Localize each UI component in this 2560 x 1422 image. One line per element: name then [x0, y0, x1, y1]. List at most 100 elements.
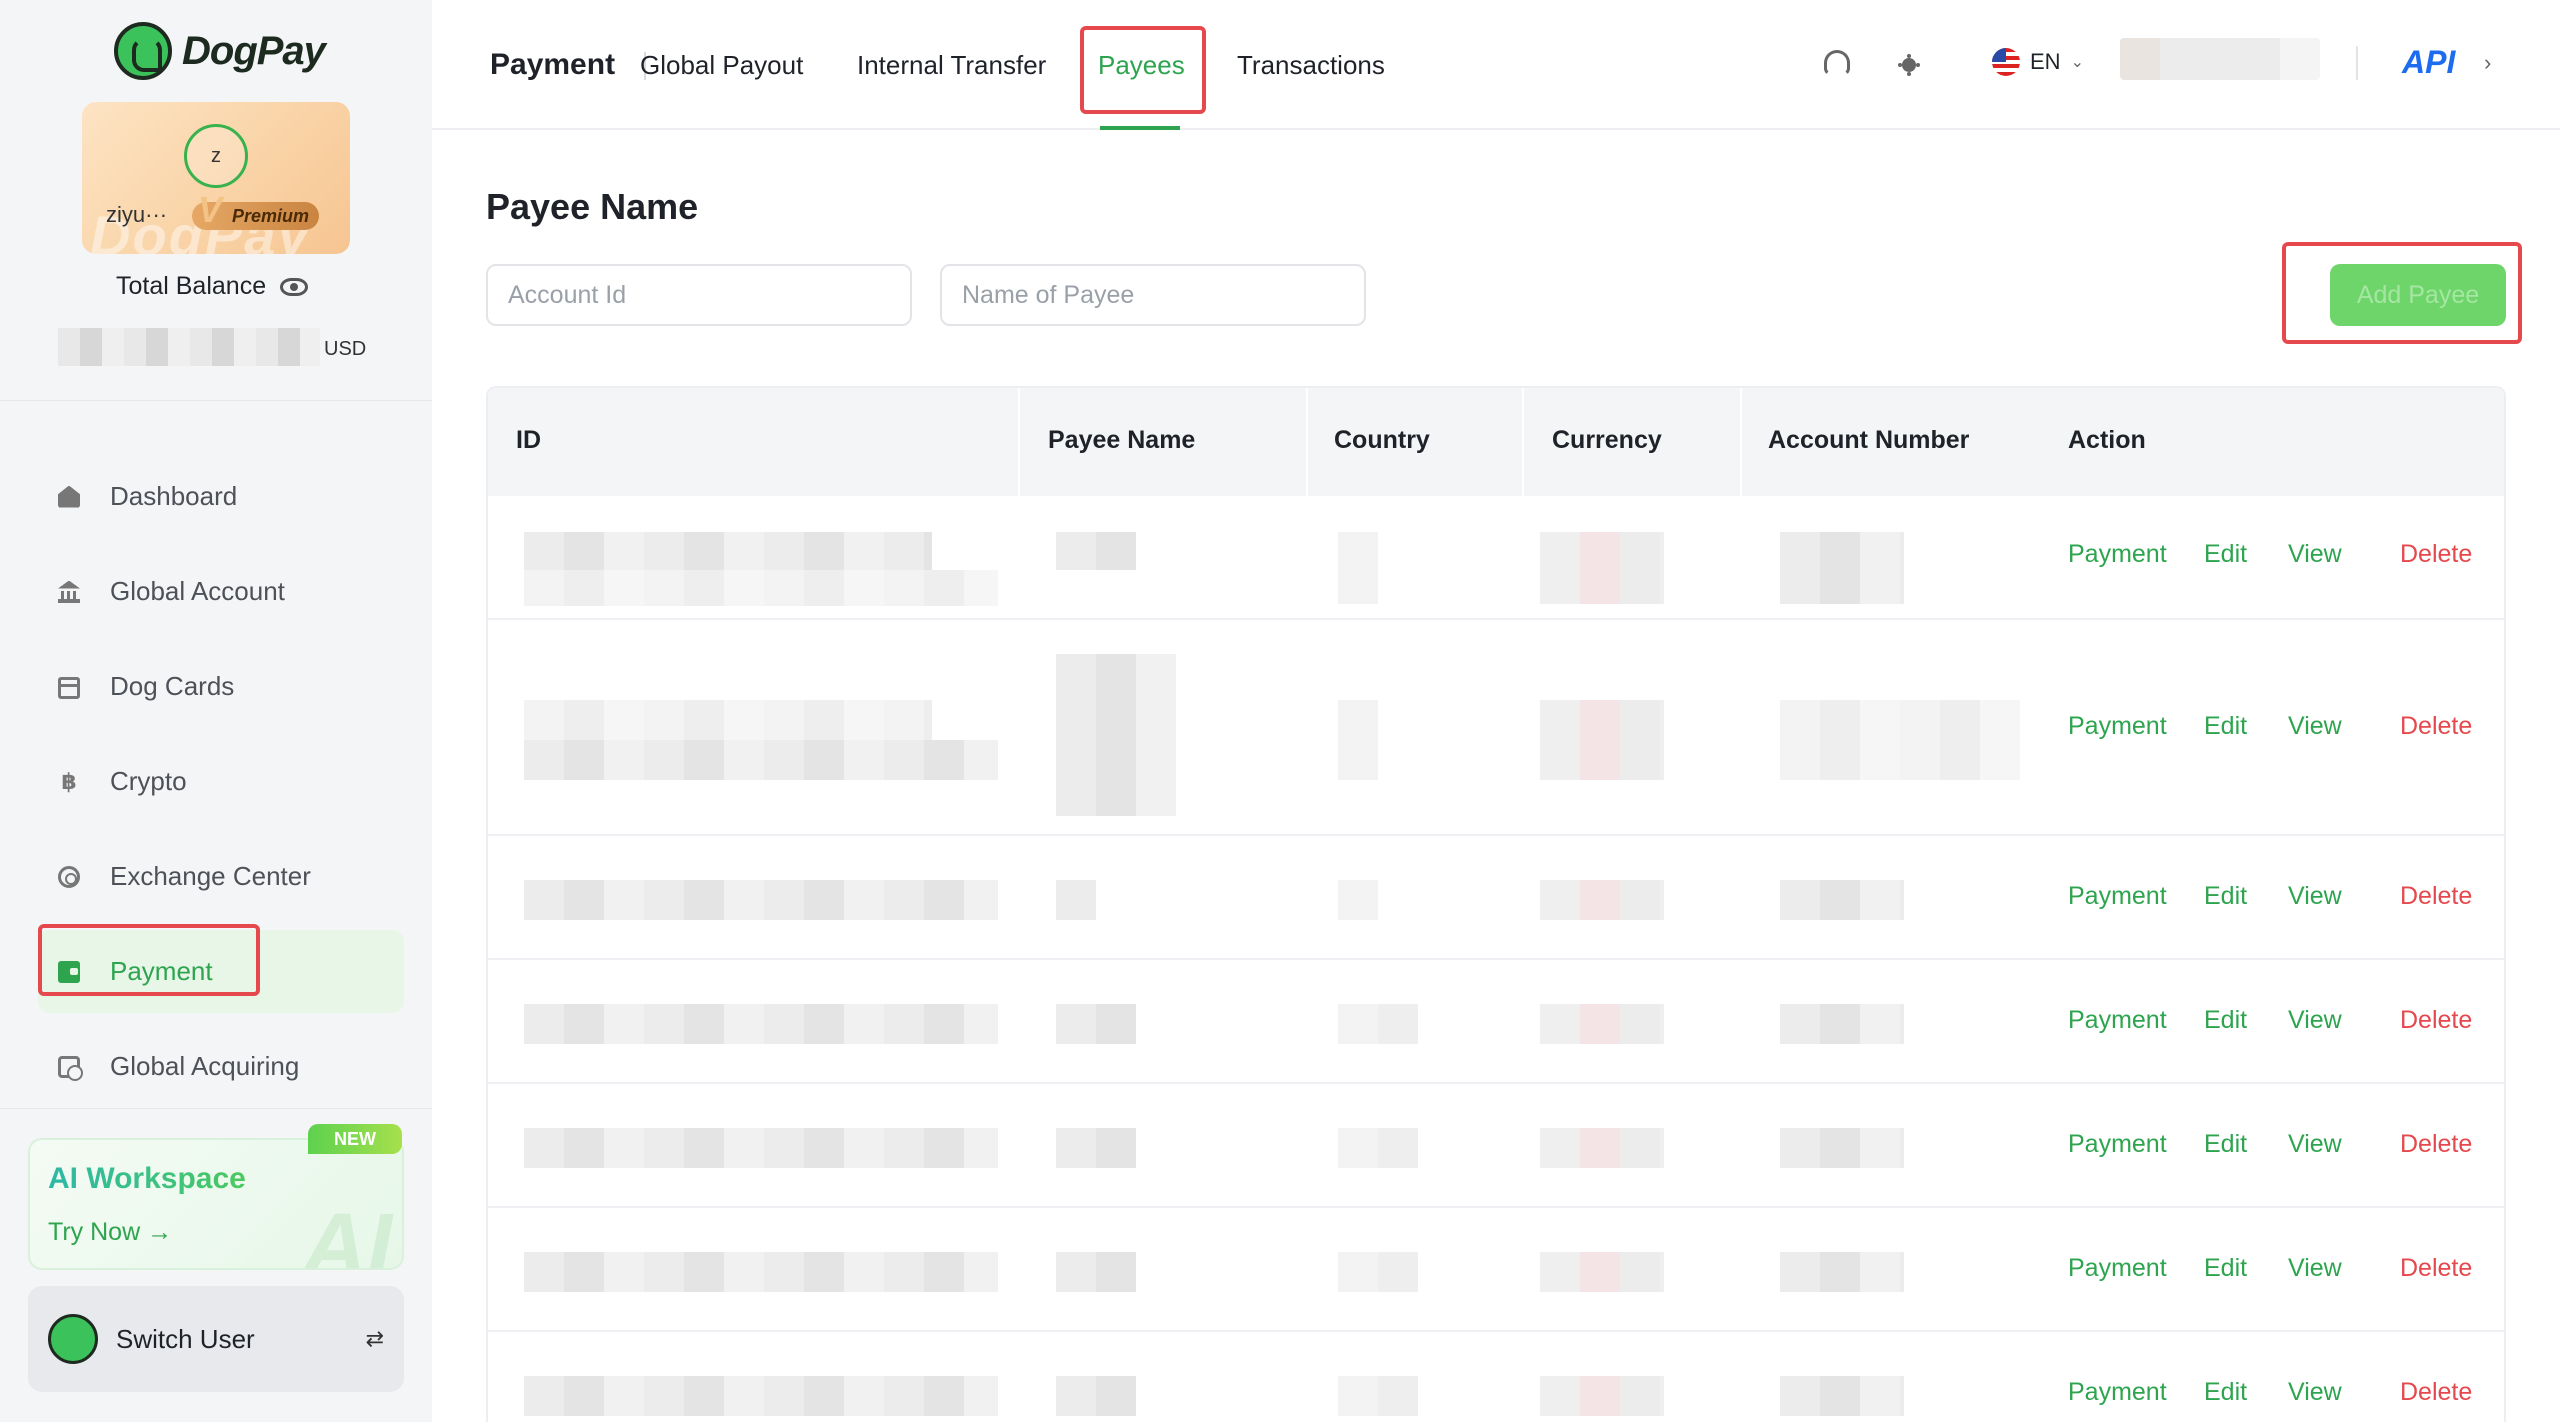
delete-action-link[interactable]: Delete [2400, 712, 2472, 741]
id-cell-redacted [524, 700, 932, 740]
account-number-cell-redacted [1780, 1376, 1904, 1416]
column-divider [1740, 388, 1742, 496]
payment-action-link[interactable]: Payment [2068, 712, 2167, 741]
total-balance-text: Total Balance [116, 272, 267, 300]
view-action-link[interactable]: View [2288, 1130, 2342, 1159]
delete-action-link[interactable]: Delete [2400, 540, 2472, 569]
edit-action-link[interactable]: Edit [2204, 1130, 2247, 1159]
sidebar-item-label: Exchange Center [110, 861, 311, 891]
user-name: ziyu··· [106, 202, 168, 227]
payee-name-cell-redacted [1056, 654, 1176, 816]
edit-action-link[interactable]: Edit [2204, 1006, 2247, 1035]
api-link[interactable]: API [2402, 44, 2455, 81]
vip-v-icon: V [198, 189, 223, 230]
us-flag-icon [1992, 48, 2020, 76]
view-action-link[interactable]: View [2288, 1378, 2342, 1407]
balance-currency: USD [324, 338, 367, 360]
chevron-right-icon[interactable]: › [2484, 50, 2491, 76]
sidebar-item-global-acquiring[interactable]: Global Acquiring [38, 1025, 404, 1108]
edit-action-link[interactable]: Edit [2204, 1254, 2247, 1283]
country-cell-redacted [1338, 1004, 1418, 1044]
language-selector[interactable]: EN ⌄ [1992, 48, 2084, 76]
app-logo[interactable]: DogPay [114, 22, 326, 80]
edit-action-link[interactable]: Edit [2204, 712, 2247, 741]
view-action-link[interactable]: View [2288, 882, 2342, 911]
sidebar-item-dashboard[interactable]: Dashboard [38, 455, 404, 538]
country-cell-redacted [1338, 532, 1378, 604]
country-cell-redacted [1338, 880, 1378, 920]
payment-action-link[interactable]: Payment [2068, 1378, 2167, 1407]
id-cell-redacted [524, 570, 998, 606]
payment-action-link[interactable]: Payment [2068, 540, 2167, 569]
new-badge: NEW [308, 1124, 402, 1154]
avatar[interactable]: z [184, 124, 248, 188]
sidebar-item-crypto[interactable]: ฿ Crypto [38, 740, 404, 823]
sidebar: DogPay DogPay z ziyu··· V Premium Total … [0, 0, 432, 1422]
chevron-down-icon: ⌄ [2070, 54, 2084, 71]
sidebar-item-payment[interactable]: Payment [38, 930, 404, 1013]
payee-name-input[interactable] [940, 264, 1366, 326]
ai-workspace-card[interactable]: AI AI Workspace Try Now → [28, 1138, 404, 1270]
id-cell-redacted [524, 532, 932, 570]
sidebar-divider [0, 1108, 432, 1109]
sidebar-item-label: Payment [110, 956, 213, 986]
try-now-link[interactable]: Try Now → [48, 1218, 172, 1247]
edit-action-link[interactable]: Edit [2204, 1378, 2247, 1407]
edit-action-link[interactable]: Edit [2204, 540, 2247, 569]
payment-action-link[interactable]: Payment [2068, 1006, 2167, 1035]
sidebar-item-dog-cards[interactable]: Dog Cards [38, 645, 404, 728]
bank-icon [58, 581, 80, 603]
tab-internal-transfer[interactable]: Internal Transfer [857, 50, 1046, 81]
payment-action-link[interactable]: Payment [2068, 1254, 2167, 1283]
view-action-link[interactable]: View [2288, 712, 2342, 741]
delete-action-link[interactable]: Delete [2400, 1378, 2472, 1407]
view-action-link[interactable]: View [2288, 1006, 2342, 1035]
sidebar-item-label: Crypto [110, 766, 187, 796]
add-payee-button[interactable]: Add Payee [2330, 264, 2506, 326]
user-profile-card[interactable]: DogPay z ziyu··· V Premium [82, 102, 350, 254]
payment-action-link[interactable]: Payment [2068, 1130, 2167, 1159]
id-cell-redacted [524, 880, 998, 920]
currency-cell-redacted [1540, 1128, 1664, 1168]
id-cell-redacted [524, 1004, 998, 1044]
payee-name-cell-redacted [1056, 1376, 1136, 1416]
tab-payees[interactable]: Payees [1098, 50, 1185, 81]
theme-sun-icon[interactable] [1902, 58, 1916, 72]
switch-user-button[interactable]: Switch User ⇄ [28, 1286, 404, 1392]
delete-action-link[interactable]: Delete [2400, 1254, 2472, 1283]
delete-action-link[interactable]: Delete [2400, 1130, 2472, 1159]
payment-action-link[interactable]: Payment [2068, 882, 2167, 911]
account-menu-redacted[interactable] [2120, 38, 2320, 80]
edit-action-link[interactable]: Edit [2204, 882, 2247, 911]
column-header-currency: Currency [1552, 426, 1662, 454]
action-row: Payment Edit View Delete [2038, 1332, 2504, 1422]
tab-transactions[interactable]: Transactions [1237, 50, 1385, 81]
payee-name-cell-redacted [1056, 1252, 1136, 1292]
eye-icon[interactable] [280, 277, 309, 296]
action-row: Payment Edit View Delete [2038, 1208, 2504, 1332]
tab-global-payout[interactable]: Global Payout [640, 50, 803, 81]
view-action-link[interactable]: View [2288, 1254, 2342, 1283]
action-row: Payment Edit View Delete [2038, 1084, 2504, 1208]
app-brand-name: DogPay [182, 28, 326, 73]
payee-name-cell-redacted [1056, 1128, 1136, 1168]
delete-action-link[interactable]: Delete [2400, 882, 2472, 911]
payee-name-cell-redacted [1056, 532, 1136, 570]
delete-action-link[interactable]: Delete [2400, 1006, 2472, 1035]
column-header-payee-name: Payee Name [1048, 426, 1196, 454]
action-column-header: Action [2038, 388, 2504, 496]
sidebar-item-global-account[interactable]: Global Account [38, 550, 404, 633]
balance-value-redacted [58, 328, 320, 366]
action-row: Payment Edit View Delete [2038, 836, 2504, 960]
sidebar-nav: Dashboard Global Account Dog Cards ฿ Cry… [38, 455, 404, 1120]
payee-name-cell-redacted [1056, 1004, 1136, 1044]
sidebar-item-exchange-center[interactable]: Exchange Center [38, 835, 404, 918]
view-action-link[interactable]: View [2288, 540, 2342, 569]
column-header-account-number: Account Number [1768, 426, 1970, 454]
account-id-input[interactable] [486, 264, 912, 326]
currency-cell-redacted [1540, 700, 1664, 780]
headset-icon[interactable] [1824, 50, 1850, 76]
country-cell-redacted [1338, 1376, 1418, 1416]
acquiring-icon [58, 1055, 83, 1081]
total-balance-label: Total Balance [116, 272, 309, 301]
